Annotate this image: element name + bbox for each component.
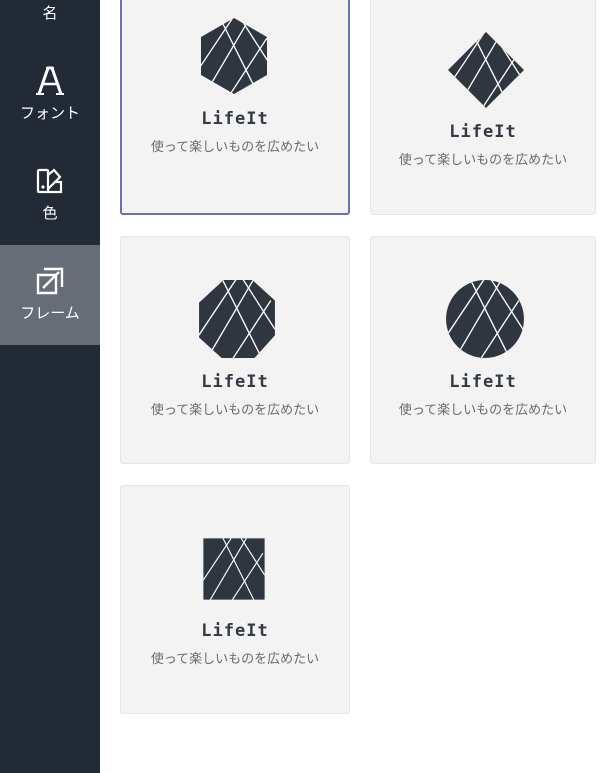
- frame-card-hexagon[interactable]: LifeIt 使って楽しいものを広めたい: [120, 0, 350, 215]
- sidebar-item-label: 名: [42, 4, 58, 22]
- sidebar-item-label: 色: [42, 204, 58, 222]
- frame-card-diamond[interactable]: LifeIt 使って楽しいものを広めたい: [370, 0, 596, 215]
- brand-name: LifeIt: [201, 621, 269, 641]
- frame-edit-icon: [0, 265, 100, 297]
- paint-palette-icon: [0, 165, 100, 197]
- brand-name: LifeIt: [449, 122, 517, 142]
- brand-tagline: 使って楽しいものを広めたい: [398, 153, 568, 168]
- brand-name: LifeIt: [201, 372, 269, 392]
- sidebar-item-frame[interactable]: フレーム: [0, 245, 100, 345]
- sidebar-item-name[interactable]: 名: [0, 0, 100, 45]
- sidebar: 名 フォント 色 フレーム: [0, 0, 100, 773]
- brand-name: LifeIt: [449, 372, 517, 392]
- brand-tagline: 使って楽しいものを広めたい: [150, 403, 320, 418]
- brand-name: LifeIt: [201, 109, 269, 129]
- diamond-logo-icon: [448, 32, 524, 108]
- square-logo-icon: [203, 538, 265, 600]
- brand-tagline: 使って楽しいものを広めたい: [150, 652, 320, 667]
- hexagon-logo-icon: [201, 18, 267, 94]
- brand-tagline: 使って楽しいものを広めたい: [150, 140, 320, 155]
- sidebar-item-color[interactable]: 色: [0, 145, 100, 245]
- frame-card-octagon[interactable]: LifeIt 使って楽しいものを広めたい: [120, 236, 350, 464]
- sidebar-item-label: フレーム: [20, 304, 80, 322]
- sidebar-item-label: フォント: [19, 104, 80, 122]
- frame-card-circle[interactable]: LifeIt 使って楽しいものを広めたい: [370, 236, 596, 464]
- circle-logo-icon: [446, 280, 524, 358]
- octagon-logo-icon: [199, 280, 275, 358]
- font-icon: [0, 65, 100, 97]
- sidebar-item-font[interactable]: フォント: [0, 45, 100, 145]
- brand-tagline: 使って楽しいものを広めたい: [398, 403, 568, 418]
- frame-card-square[interactable]: LifeIt 使って楽しいものを広めたい: [120, 485, 350, 714]
